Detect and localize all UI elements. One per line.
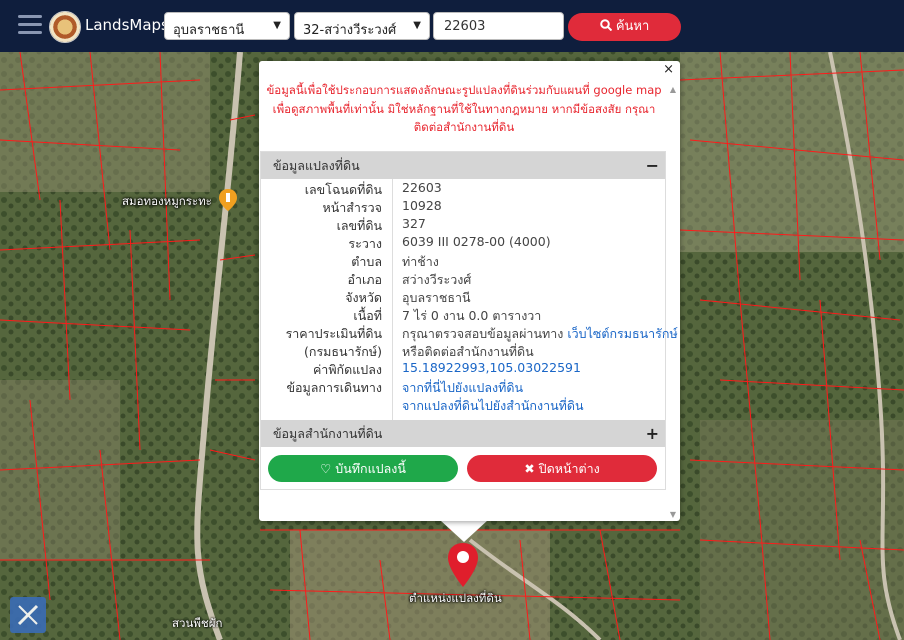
chevron-down-icon: ▼ bbox=[413, 20, 421, 31]
table-row: เลขโฉนดที่ดิน 22603 bbox=[261, 180, 665, 198]
top-navbar: LandsMaps อุบลราชธานี ▼ 32-สว่างวีระวงศ์… bbox=[0, 0, 904, 52]
table-row: ระวาง 6039 III 0278-00 (4000) bbox=[261, 234, 665, 252]
popup-pointer bbox=[440, 520, 488, 542]
close-icon: ✖ bbox=[524, 461, 535, 476]
disclaimer-line: เพื่อดูสภาพพื้นที่เท่านั้น มิใช่หลักฐานท… bbox=[272, 101, 656, 116]
table-row: (กรมธนารักษ์) หรือติดต่อสำนักงานที่ดิน bbox=[261, 342, 665, 360]
scroll-down-arrow[interactable]: ▼ bbox=[670, 510, 676, 519]
row-label: ระวาง bbox=[348, 236, 382, 251]
district-value: 32-สว่างวีระวงศ์ bbox=[303, 23, 397, 38]
parcel-location-label: ตำแหน่งแปลงที่ดิน bbox=[409, 591, 502, 605]
menu-icon[interactable] bbox=[18, 15, 42, 35]
search-button[interactable]: ค้นหา bbox=[568, 13, 681, 41]
row-value: ท่าช้าง bbox=[402, 254, 439, 269]
row-value: กรุณาตรวจสอบข้อมูลผ่านทาง เว็บไซต์กรมธนา… bbox=[402, 324, 678, 344]
table-row: อำเภอ สว่างวีระวงศ์ bbox=[261, 270, 665, 288]
table-row: เลขที่ดิน 327 bbox=[261, 216, 665, 234]
row-label: จังหวัด bbox=[345, 290, 382, 305]
close-icon[interactable]: × bbox=[663, 62, 674, 77]
row-label: ค่าพิกัดแปลง bbox=[312, 362, 382, 377]
disclaimer-text: ข้อมูลนี้เพื่อใช้ประกอบการแสดงลักษณะรูปแ… bbox=[259, 81, 669, 137]
row-label: เลขที่ดิน bbox=[336, 218, 382, 233]
table-row: ค่าพิกัดแปลง 15.18922993,105.03022591 bbox=[261, 360, 665, 378]
close-window-label: ปิดหน้าต่าง bbox=[538, 461, 600, 476]
restaurant-icon[interactable] bbox=[219, 189, 237, 215]
office-section-title: ข้อมูลสำนักงานที่ดิน bbox=[273, 426, 383, 441]
row-label: ตำบล bbox=[351, 254, 382, 269]
search-icon bbox=[599, 19, 612, 32]
close-window-button[interactable]: ✖ ปิดหน้าต่าง bbox=[467, 455, 657, 482]
chevron-down-icon: ▼ bbox=[273, 20, 281, 31]
search-button-label: ค้นหา bbox=[615, 19, 650, 34]
table-row: จากแปลงที่ดินไปยังสำนักงานที่ดิน bbox=[261, 396, 665, 414]
appraisal-text: กรุณาตรวจสอบข้อมูลผ่านทาง bbox=[402, 326, 564, 341]
parcel-info-card: ข้อมูลแปลงที่ดิน − เลขโฉนดที่ดิน 22603 หน… bbox=[260, 151, 678, 490]
row-value: 10928 bbox=[402, 198, 442, 213]
disclaimer-line: ข้อมูลนี้เพื่อใช้ประกอบการแสดงลักษณะรูปแ… bbox=[266, 83, 662, 97]
table-row: หน้าสำรวจ 10928 bbox=[261, 198, 665, 216]
parcel-section-header[interactable]: ข้อมูลแปลงที่ดิน − bbox=[261, 152, 665, 179]
map-marker-icon[interactable] bbox=[448, 543, 478, 591]
row-value: 327 bbox=[402, 216, 426, 231]
table-row: ตำบล ท่าช้าง bbox=[261, 252, 665, 270]
district-select[interactable]: 32-สว่างวีระวงศ์ ▼ bbox=[294, 12, 430, 40]
collapse-icon[interactable]: − bbox=[646, 152, 659, 179]
poi-label[interactable]: สมอทองหมูกระทะ bbox=[122, 193, 212, 211]
row-label: ข้อมูลการเดินทาง bbox=[286, 380, 382, 395]
row-label: ราคาประเมินที่ดิน bbox=[285, 326, 382, 341]
row-label: เลขโฉนดที่ดิน bbox=[304, 182, 382, 197]
dol-logo bbox=[49, 11, 81, 43]
save-parcel-label: บันทึกแปลงนี้ bbox=[335, 461, 406, 476]
coordinates-link[interactable]: 15.18922993,105.03022591 bbox=[402, 360, 581, 375]
measure-tool-button[interactable] bbox=[10, 597, 46, 633]
parcel-detail-table: เลขโฉนดที่ดิน 22603 หน้าสำรวจ 10928 เลขที่… bbox=[261, 179, 678, 420]
row-label: อำเภอ bbox=[347, 272, 382, 287]
parcel-info-popup: × ▲ ▼ ข้อมูลนี้เพื่อใช้ประกอบการแสดงลักษ… bbox=[259, 61, 680, 521]
table-row: เนื้อที่ 7 ไร่ 0 งาน 0.0 ตารางวา bbox=[261, 306, 665, 324]
disclaimer-line: ติดต่อสำนักงานที่ดิน bbox=[413, 120, 515, 134]
save-parcel-button[interactable]: ♡ บันทึกแปลงนี้ bbox=[268, 455, 458, 482]
table-row: จังหวัด อุบลราชธานี bbox=[261, 288, 665, 306]
row-label: หน้าสำรวจ bbox=[322, 200, 382, 215]
row-value: หรือติดต่อสำนักงานที่ดิน bbox=[402, 344, 534, 359]
directions-to-parcel-link[interactable]: จากที่นี่ไปยังแปลงที่ดิน bbox=[402, 378, 523, 398]
heart-icon: ♡ bbox=[320, 461, 332, 476]
app-name: LandsMaps bbox=[85, 16, 169, 34]
province-value: อุบลราชธานี bbox=[173, 23, 245, 38]
scroll-up-arrow[interactable]: ▲ bbox=[670, 85, 676, 94]
row-value: 7 ไร่ 0 งาน 0.0 ตารางวา bbox=[402, 308, 542, 323]
row-label: เนื้อที่ bbox=[353, 308, 382, 323]
directions-to-office-link[interactable]: จากแปลงที่ดินไปยังสำนักงานที่ดิน bbox=[402, 396, 584, 416]
parcel-section-title: ข้อมูลแปลงที่ดิน bbox=[273, 158, 360, 173]
ruler-icon bbox=[17, 604, 39, 626]
province-select[interactable]: อุบลราชธานี ▼ bbox=[164, 12, 290, 40]
expand-icon[interactable]: + bbox=[646, 420, 659, 447]
row-label: (กรมธนารักษ์) bbox=[304, 344, 382, 359]
table-row: ข้อมูลการเดินทาง จากที่นี่ไปยังแปลงที่ดิน bbox=[261, 378, 665, 396]
poi-label-2[interactable]: สวนพืชผัก bbox=[172, 615, 222, 633]
treasury-website-link[interactable]: เว็บไซต์กรมธนารักษ์ bbox=[567, 326, 677, 341]
parcel-number-input[interactable]: 22603 bbox=[433, 12, 564, 40]
row-value: 22603 bbox=[402, 180, 442, 195]
table-row: ราคาประเมินที่ดิน กรุณาตรวจสอบข้อมูลผ่านท… bbox=[261, 324, 678, 342]
row-value: สว่างวีระวงศ์ bbox=[402, 272, 472, 287]
office-section-header[interactable]: ข้อมูลสำนักงานที่ดิน + bbox=[261, 420, 665, 447]
row-value: 6039 III 0278-00 (4000) bbox=[402, 234, 551, 249]
row-value: อุบลราชธานี bbox=[402, 290, 471, 305]
